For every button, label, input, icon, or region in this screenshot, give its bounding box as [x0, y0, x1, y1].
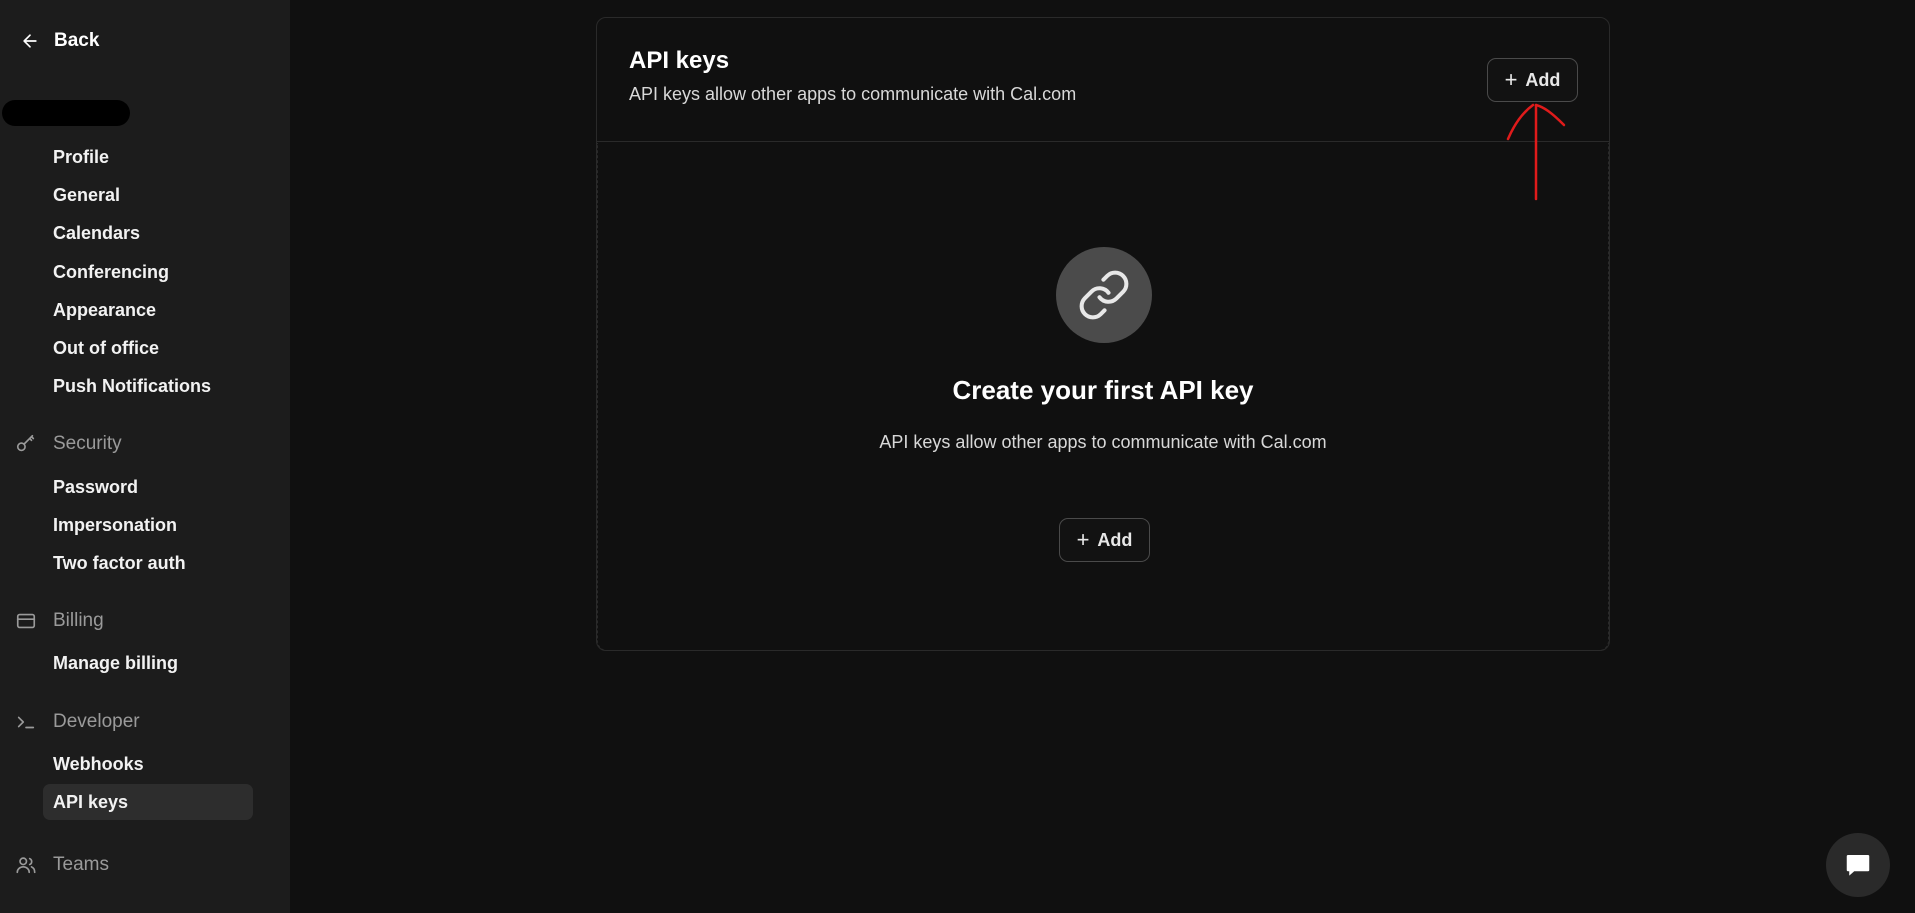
sidebar-section-teams[interactable]: Teams	[15, 854, 109, 876]
plus-icon: +	[1076, 527, 1090, 552]
section-title-security: Security	[53, 433, 122, 454]
card-header: API keys API keys allow other apps to co…	[597, 18, 1609, 142]
sidebar-item-general[interactable]: General	[43, 177, 253, 213]
empty-add-button-label: Add	[1097, 529, 1133, 550]
chat-bubble-icon	[1846, 855, 1870, 876]
credit-card-icon	[16, 613, 36, 629]
sidebar-item-api-keys[interactable]: API keys	[43, 784, 253, 820]
sidebar-item-appearance[interactable]: Appearance	[43, 292, 253, 328]
sidebar-item-manage-billing[interactable]: Manage billing	[43, 645, 253, 681]
sidebar-item-conferencing[interactable]: Conferencing	[43, 254, 253, 290]
arrow-left-icon	[23, 34, 37, 48]
redacted-username	[2, 100, 130, 126]
page-title: API keys	[629, 47, 730, 74]
back-button[interactable]: Back	[20, 30, 99, 52]
link-icon-circle	[1056, 247, 1152, 343]
sidebar-item-profile[interactable]: Profile	[43, 139, 253, 175]
section-title-teams: Teams	[53, 854, 109, 875]
add-api-key-button[interactable]: + Add	[1487, 58, 1578, 102]
key-icon	[16, 434, 35, 452]
chat-launcher-button[interactable]	[1826, 833, 1890, 897]
sidebar: Back Profile General Calendars Conferenc…	[0, 0, 290, 913]
sidebar-item-webhooks[interactable]: Webhooks	[43, 746, 253, 782]
terminal-icon	[17, 716, 35, 729]
sidebar-item-password[interactable]: Password	[43, 469, 253, 505]
sidebar-item-push-notifications[interactable]: Push Notifications	[43, 368, 253, 404]
sidebar-section-billing[interactable]: Billing	[15, 610, 104, 632]
plus-icon: +	[1504, 67, 1518, 92]
sidebar-section-developer[interactable]: Developer	[15, 711, 140, 733]
empty-add-api-key-button[interactable]: + Add	[1059, 518, 1150, 562]
link-icon	[1079, 270, 1129, 320]
page-subtitle: API keys allow other apps to communicate…	[629, 84, 1077, 104]
section-title-developer: Developer	[53, 711, 140, 732]
sidebar-item-calendars[interactable]: Calendars	[43, 215, 253, 251]
add-button-label: Add	[1525, 69, 1561, 90]
users-icon	[16, 857, 36, 874]
sidebar-item-two-factor-auth[interactable]: Two factor auth	[43, 545, 253, 581]
section-title-billing: Billing	[53, 610, 104, 631]
sidebar-item-out-of-office[interactable]: Out of office	[43, 330, 253, 366]
sidebar-section-security[interactable]: Security	[15, 433, 122, 455]
empty-state-subtitle: API keys allow other apps to communicate…	[879, 432, 1327, 452]
api-keys-card: API keys API keys allow other apps to co…	[596, 17, 1610, 651]
empty-state: Create your first API key API keys allow…	[597, 143, 1609, 651]
back-label: Back	[54, 30, 100, 51]
sidebar-item-impersonation[interactable]: Impersonation	[43, 507, 253, 543]
empty-state-title: Create your first API key	[952, 375, 1254, 405]
